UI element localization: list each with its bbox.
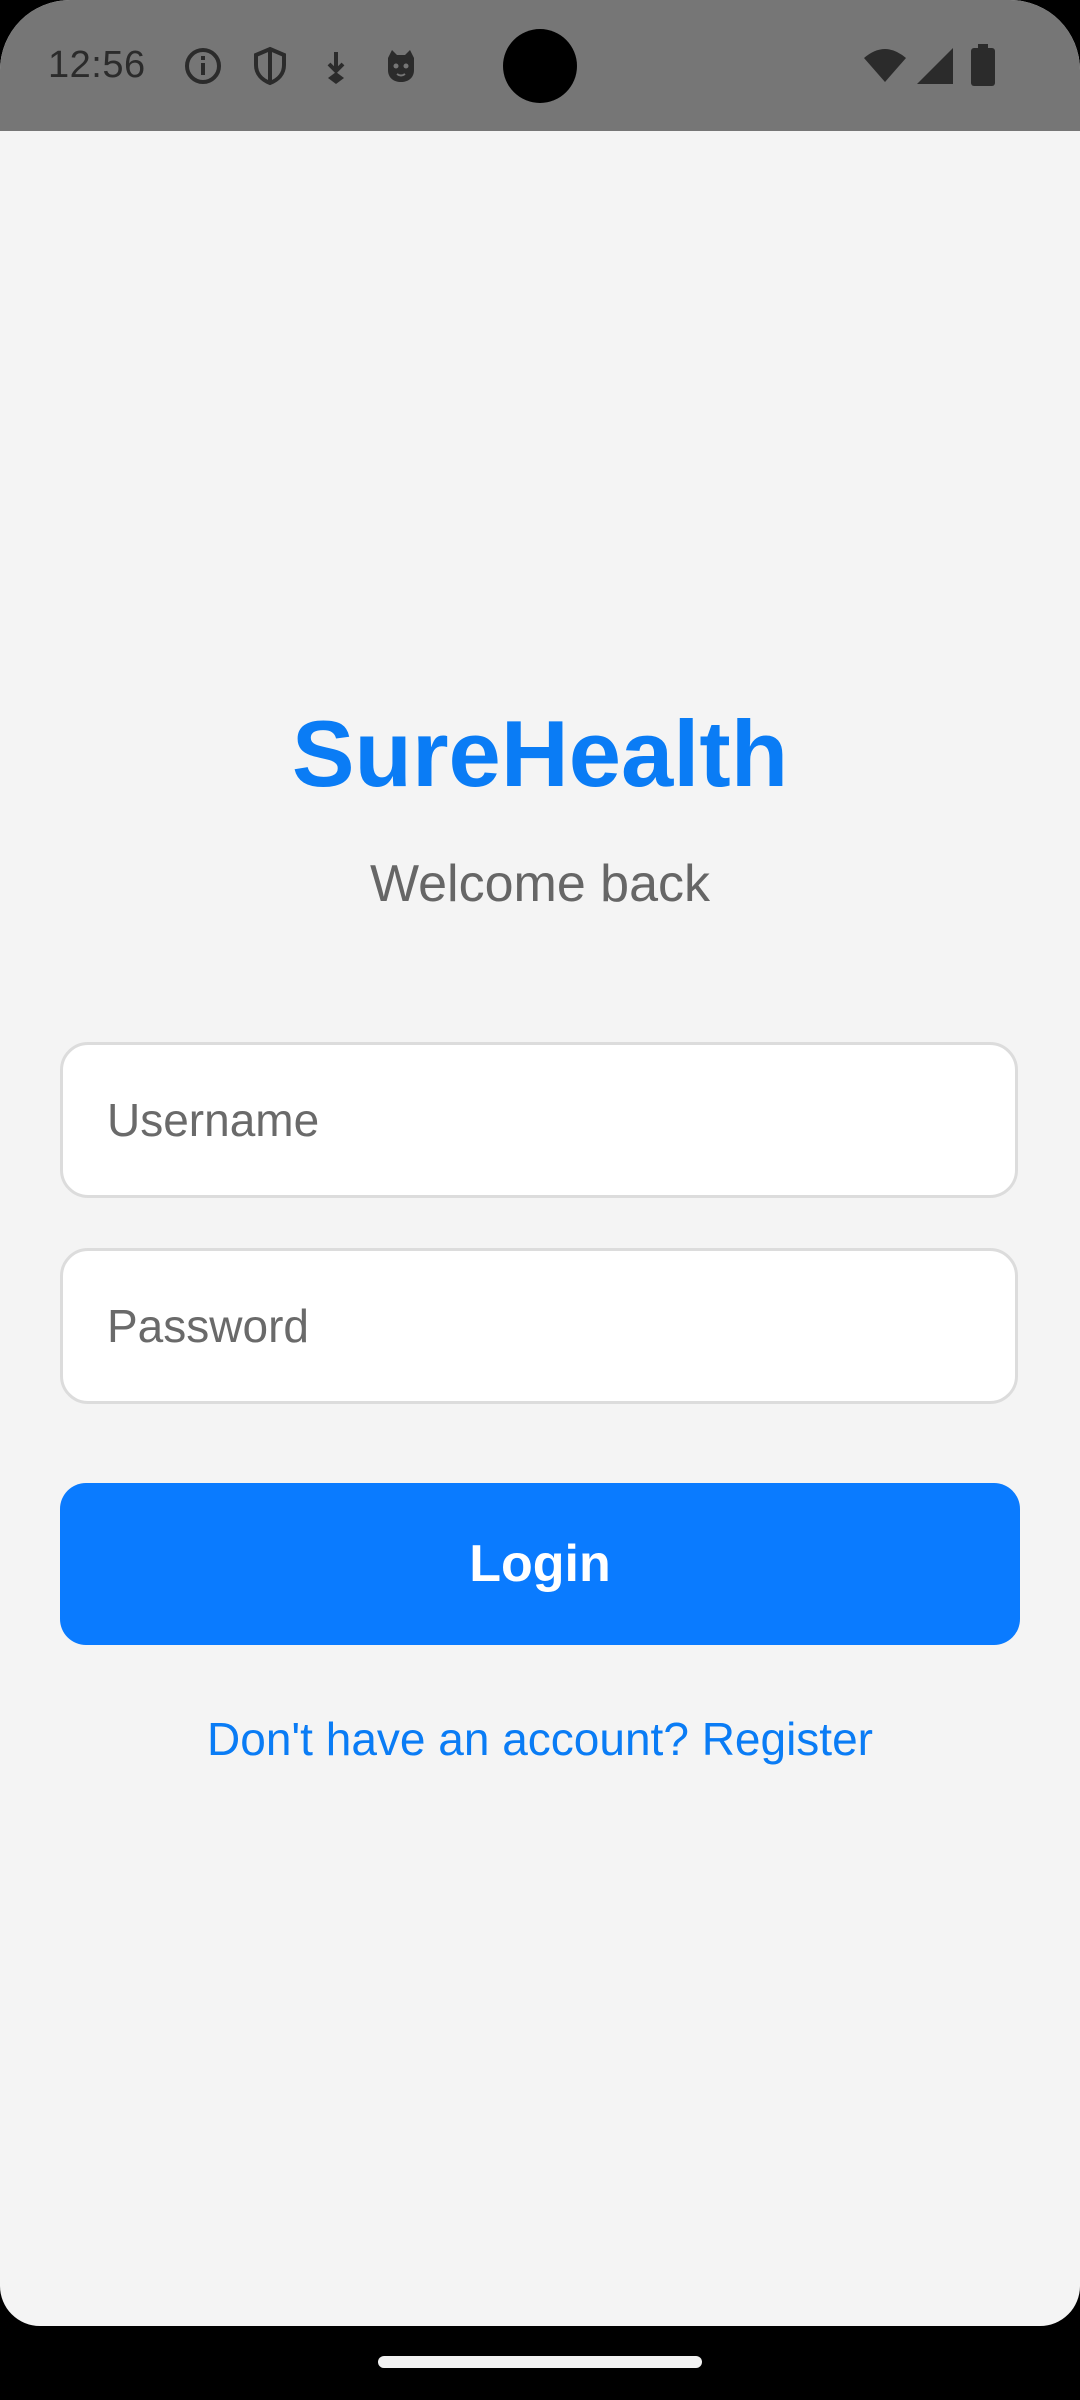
app-title: SureHealth [291, 701, 789, 806]
shield-icon [254, 46, 286, 86]
signal-icon [917, 48, 953, 84]
status-time: 12:56 [48, 44, 146, 86]
battery-icon [971, 44, 995, 86]
register-link[interactable]: Don't have an account? Register [0, 1712, 1080, 1766]
password-input[interactable] [63, 1251, 1015, 1401]
status-bar: 12:56 [0, 0, 1080, 131]
app-area: 12:56 SureHealth Welcome back Username L… [0, 0, 1080, 2326]
camera-cutout [503, 29, 577, 103]
download-icon [327, 52, 345, 84]
wifi-icon [864, 49, 906, 82]
username-input[interactable] [63, 1045, 1015, 1195]
phone-screen: 12:56 SureHealth Welcome back Username L… [0, 0, 1080, 2400]
gesture-nav-handle[interactable] [378, 2356, 702, 2368]
login-button[interactable]: Login [60, 1483, 1020, 1645]
username-field[interactable] [60, 1042, 1018, 1198]
info-icon [185, 48, 221, 84]
password-field[interactable] [60, 1248, 1018, 1404]
welcome-subtitle: Welcome back [369, 855, 711, 913]
cat-face-icon [388, 50, 414, 82]
